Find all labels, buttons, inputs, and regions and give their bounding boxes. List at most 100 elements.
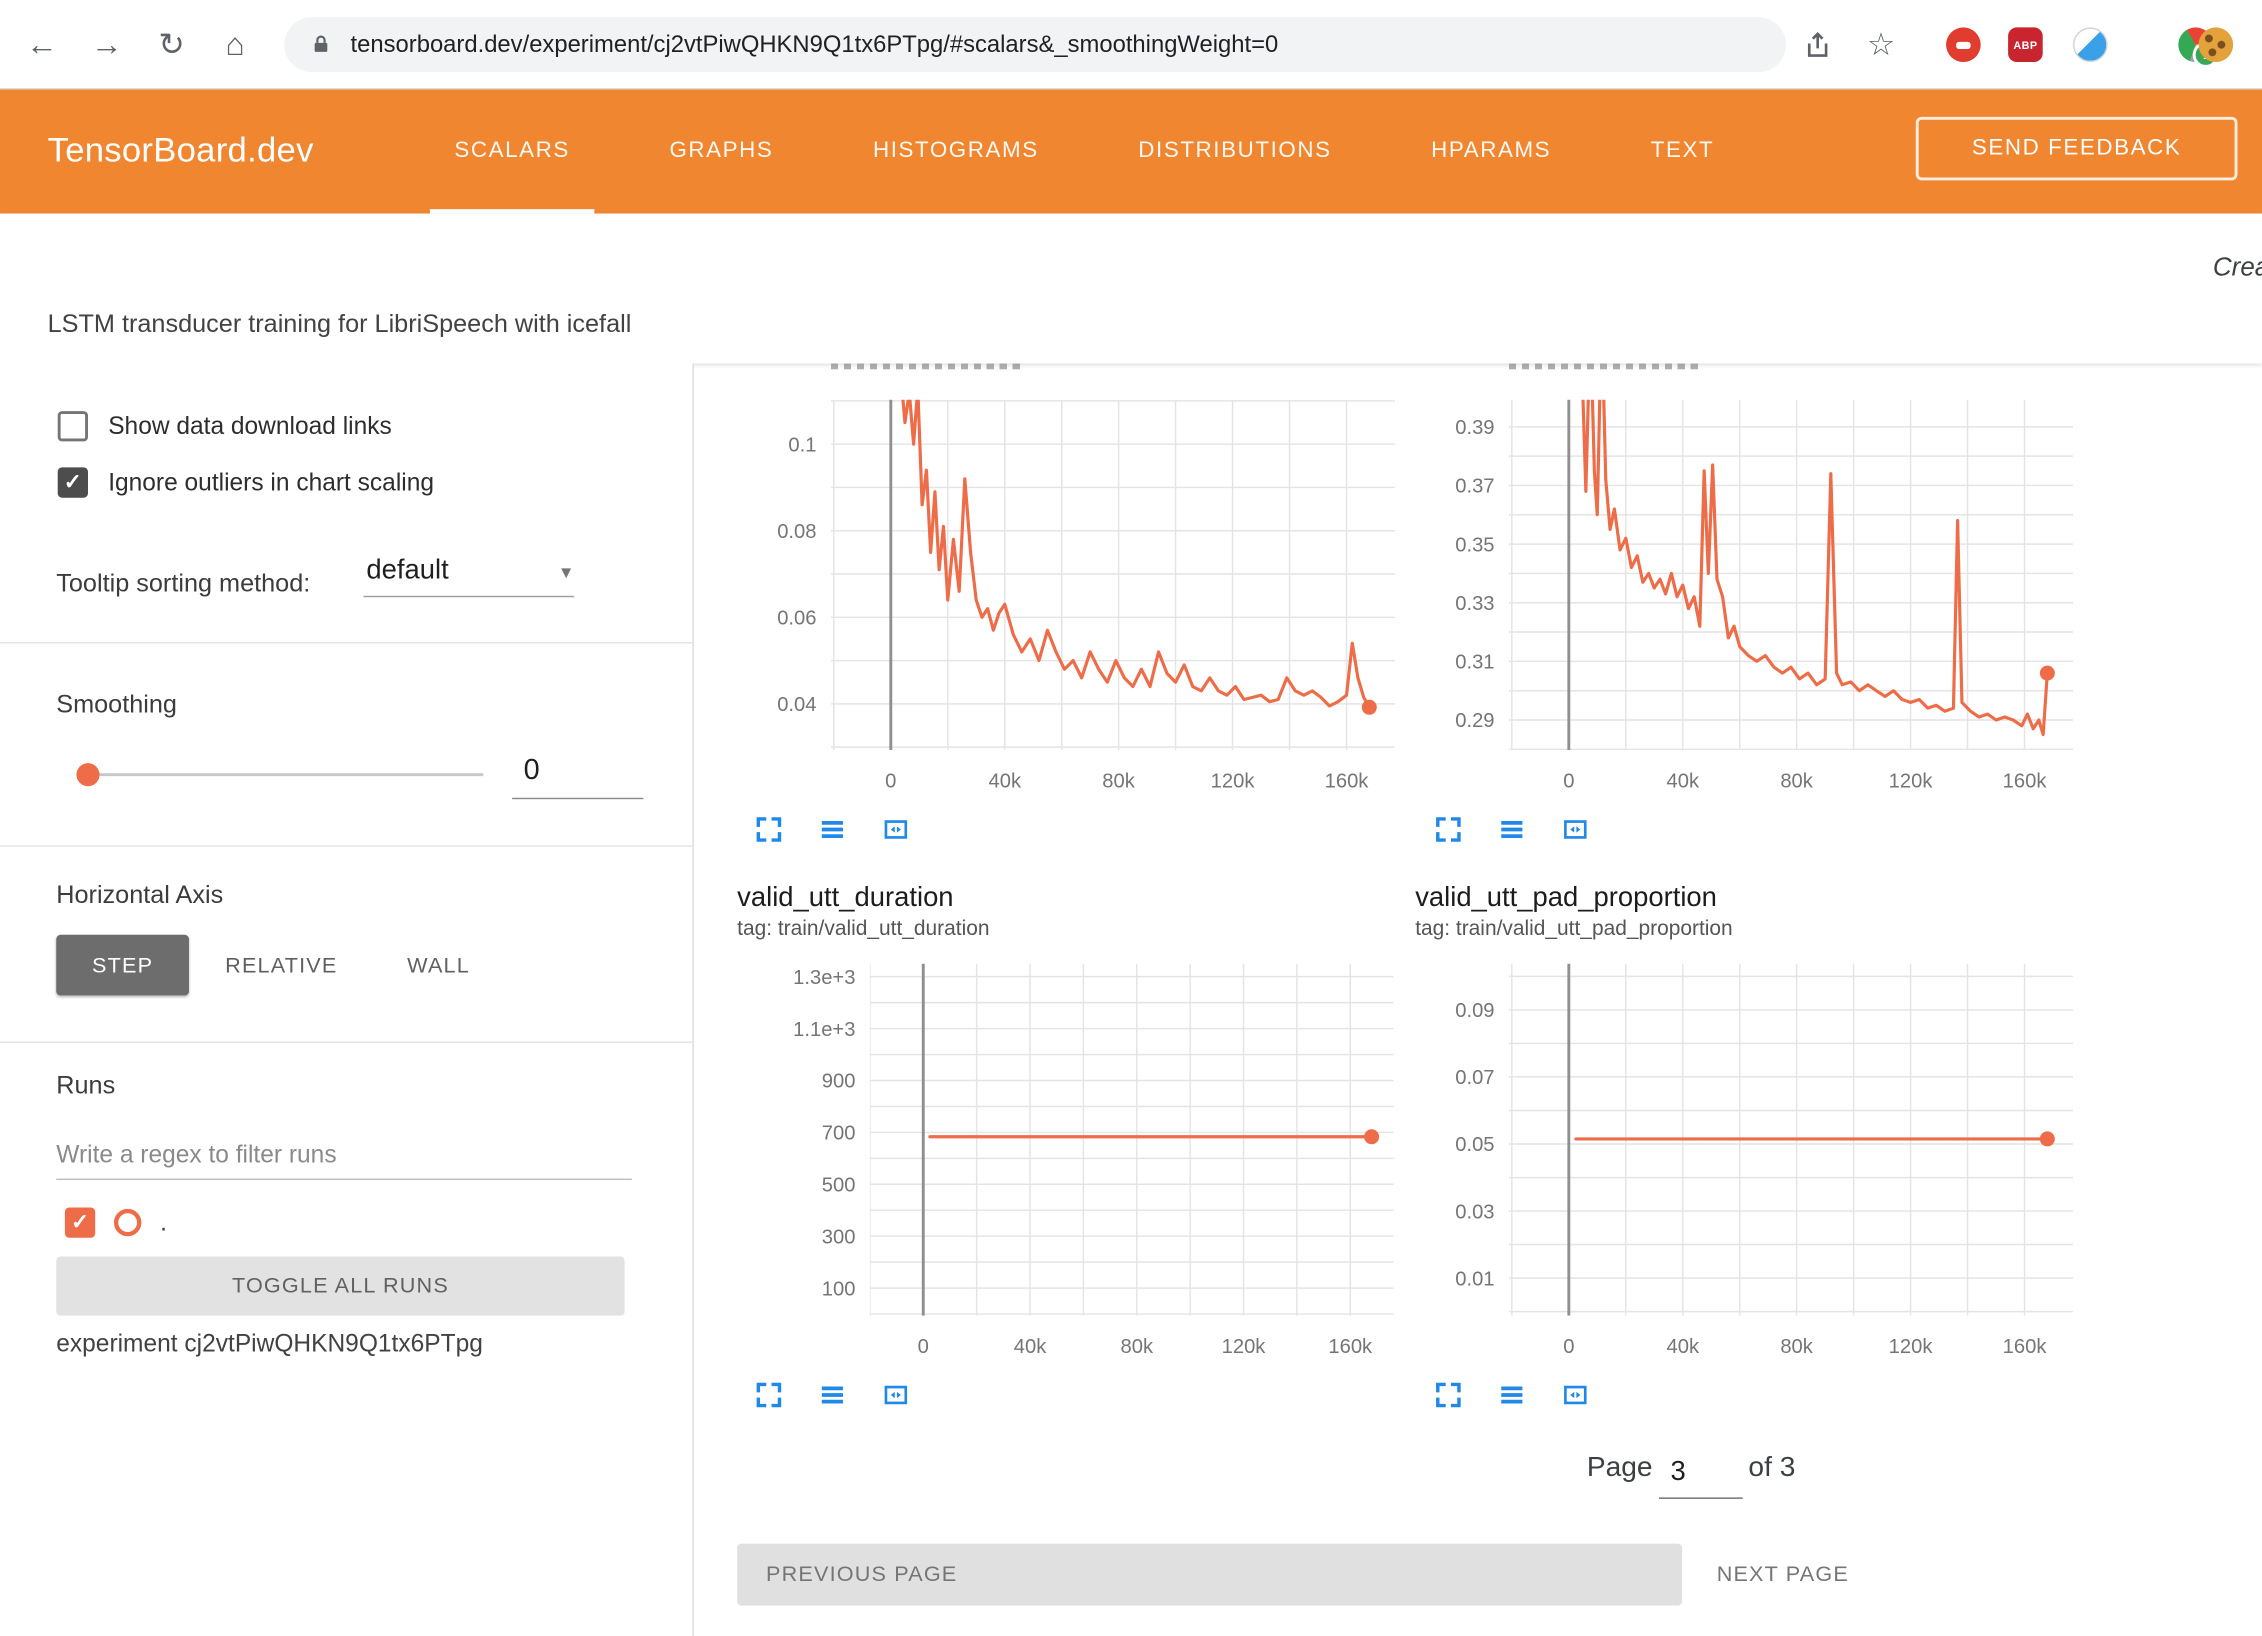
x-tick-label: 40k [988, 771, 1021, 793]
run-checkbox[interactable]: ✓ [65, 1207, 95, 1237]
run-line [1579, 400, 2048, 735]
fit-domain-button[interactable] [880, 814, 912, 846]
smoothing-value-input[interactable] [512, 743, 643, 799]
view-runs-button[interactable] [817, 814, 849, 846]
experiment-header: Crea LSTM transducer training for LibriS… [0, 214, 2262, 364]
back-button[interactable]: ← [19, 22, 65, 68]
chart-toolbar [1433, 1379, 1592, 1411]
valid-utt-pad-proportion-chart[interactable]: 0.010.030.050.070.09040k80k120k160k [1417, 964, 2085, 1381]
view-runs-button[interactable] [1496, 1379, 1528, 1411]
runs-filter-input[interactable] [56, 1132, 632, 1180]
reload-button[interactable]: ↻ [149, 22, 195, 68]
url-text: tensorboard.dev/experiment/cj2vtPiwQHKN9… [351, 31, 1279, 58]
endpoint-dot [1364, 1129, 1379, 1144]
clipped-chart-title [1509, 364, 1699, 370]
share-button[interactable] [1795, 22, 1841, 68]
smoothing-slider-track[interactable] [79, 773, 483, 776]
tab-graphs[interactable]: GRAPHS [645, 89, 798, 213]
check-icon: ✓ [64, 472, 82, 494]
forward-button[interactable]: → [84, 22, 130, 68]
view-runs-icon [817, 1379, 849, 1411]
cookie-extension-icon[interactable] [2199, 27, 2234, 62]
valid-utt-duration-chart[interactable]: 1003005007009001.1e+31.3e+3040k80k120k16… [778, 964, 1406, 1381]
y-tick-label: 0.39 [1455, 417, 1494, 439]
send-feedback-button[interactable]: SEND FEEDBACK [1916, 117, 2238, 180]
tab-text[interactable]: TEXT [1626, 89, 1739, 213]
view-runs-icon [1496, 1379, 1528, 1411]
scalar-chart-top-right[interactable]: 0.290.310.330.350.370.39040k80k120k160k [1417, 400, 2085, 815]
expand-chart-button[interactable] [753, 814, 785, 846]
axis-step-button[interactable]: STEP [56, 935, 189, 996]
x-tick-label: 40k [1014, 1336, 1047, 1358]
toggle-all-runs-button[interactable]: TOGGLE ALL RUNS [56, 1257, 624, 1316]
y-tick-label: 1.1e+3 [793, 1019, 855, 1041]
page-of-label: of 3 [1748, 1451, 1795, 1484]
page: ← → ↻ ⌂ tensorboard.dev/experiment/cj2vt… [0, 0, 2262, 1636]
fit-domain-button[interactable] [880, 1379, 912, 1411]
show-download-links-checkbox[interactable] [58, 411, 88, 441]
lock-icon [310, 32, 332, 58]
x-tick-label: 120k [1889, 771, 1934, 793]
brand-logo[interactable]: TensorBoard.dev [48, 89, 314, 213]
browser-chrome: ← → ↻ ⌂ tensorboard.dev/experiment/cj2vt… [0, 0, 2262, 89]
view-runs-button[interactable] [1496, 814, 1528, 846]
bookmark-star-button[interactable]: ☆ [1858, 22, 1904, 68]
fit-domain-icon [880, 1379, 912, 1411]
previous-page-button[interactable]: PREVIOUS PAGE [737, 1544, 1682, 1606]
y-tick-label: 0.08 [777, 521, 816, 543]
y-tick-label: 0.29 [1455, 710, 1494, 732]
tab-hparams[interactable]: HPARAMS [1407, 89, 1576, 213]
fit-domain-button[interactable] [1559, 1379, 1591, 1411]
scalar-chart-svg[interactable]: 0.290.310.330.350.370.39040k80k120k160k [1417, 400, 2085, 808]
forward-icon: → [91, 26, 123, 64]
x-tick-label: 160k [1328, 1336, 1373, 1358]
page-number-input[interactable] [1659, 1448, 1743, 1498]
run-name: . [160, 1208, 167, 1237]
x-tick-label: 80k [1780, 1336, 1813, 1358]
expand-chart-button[interactable] [1433, 814, 1465, 846]
smoothing-slider-thumb[interactable] [76, 763, 99, 786]
fit-domain-icon [1559, 1379, 1591, 1411]
tooltip-sorting-dropdown[interactable]: default ▾ [364, 555, 575, 597]
url-bar[interactable]: tensorboard.dev/experiment/cj2vtPiwQHKN9… [284, 17, 1786, 72]
scalar-chart-top-left[interactable]: 0.040.060.080.1040k80k120k160k [739, 400, 1407, 815]
x-tick-label: 120k [1889, 1336, 1934, 1358]
tab-histograms[interactable]: HISTOGRAMS [848, 89, 1063, 213]
view-runs-icon [817, 814, 849, 846]
fit-domain-icon [880, 814, 912, 846]
ignore-outliers-checkbox[interactable]: ✓ [58, 467, 88, 497]
scalar-chart-svg[interactable]: 0.040.060.080.1040k80k120k160k [739, 400, 1407, 808]
x-tick-label: 80k [1102, 771, 1135, 793]
share-icon [1803, 27, 1832, 62]
abp-extension-icon[interactable]: ABP [2008, 27, 2043, 62]
scalar-chart-svg[interactable]: 1003005007009001.1e+31.3e+3040k80k120k16… [778, 964, 1406, 1374]
x-tick-label: 0 [885, 771, 896, 793]
experiment-description: LSTM transducer training for LibriSpeech… [48, 309, 632, 339]
scalar-chart-svg[interactable]: 0.010.030.050.070.09040k80k120k160k [1417, 964, 2085, 1374]
y-tick-label: 0.04 [777, 694, 816, 716]
adblock-extension-icon[interactable] [1946, 27, 1981, 62]
x-tick-label: 0 [1563, 1336, 1574, 1358]
x-tick-label: 40k [1667, 1336, 1700, 1358]
home-button[interactable]: ⌂ [212, 22, 258, 68]
expand-chart-icon [753, 1379, 785, 1411]
show-download-links-row: Show data download links [58, 411, 392, 441]
expand-chart-button[interactable] [1433, 1379, 1465, 1411]
fit-domain-button[interactable] [1559, 814, 1591, 846]
chart-toolbar [753, 1379, 912, 1411]
y-tick-label: 0.1 [788, 434, 816, 456]
tensorboard-appbar: TensorBoard.dev SCALARS GRAPHS HISTOGRAM… [0, 89, 2262, 213]
axis-relative-button[interactable]: RELATIVE [208, 935, 355, 996]
expand-chart-button[interactable] [753, 1379, 785, 1411]
y-tick-label: 100 [822, 1278, 856, 1300]
view-runs-button[interactable] [817, 1379, 849, 1411]
run-color-swatch [114, 1209, 141, 1236]
y-tick-label: 0.06 [777, 608, 816, 630]
axis-wall-button[interactable]: WALL [378, 935, 499, 996]
next-page-button[interactable]: NEXT PAGE [1717, 1544, 1849, 1606]
x-tick-label: 80k [1780, 771, 1813, 793]
tab-scalars[interactable]: SCALARS [430, 89, 595, 213]
tab-distributions[interactable]: DISTRIBUTIONS [1114, 89, 1356, 213]
x-tick-label: 120k [1222, 1336, 1267, 1358]
blue-extension-icon[interactable] [2073, 27, 2108, 62]
